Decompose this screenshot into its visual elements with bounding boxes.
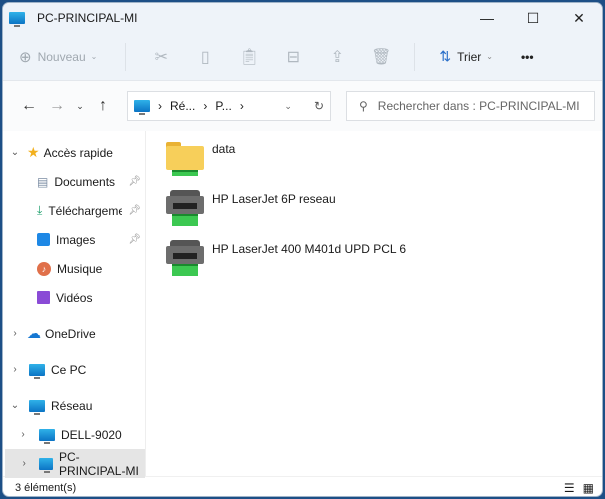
item-count: 3 élément(s) <box>15 481 77 494</box>
folder-item[interactable]: data <box>166 137 602 187</box>
tiles-view-icon[interactable]: ▦ <box>583 481 594 495</box>
chevron-right-icon: › <box>203 99 208 113</box>
chevron-right-icon: › <box>239 99 244 113</box>
file-list: data HP LaserJet 6P reseau HP LaserJet 4… <box>146 131 602 476</box>
search-icon: ⚲ <box>359 99 368 113</box>
status-bar: 3 élément(s) ☰ ▦ <box>3 476 602 496</box>
computer-icon <box>39 457 53 473</box>
rename-icon[interactable]: ⊟ <box>282 46 304 68</box>
window-title: PC-PRINCIPAL-MI <box>37 11 138 25</box>
label: OneDrive <box>45 326 96 341</box>
sidebar-item-videos[interactable]: Vidéos <box>3 283 145 312</box>
address-bar[interactable]: › Ré... › P... › ⌄ ↻ <box>127 91 331 121</box>
refresh-button[interactable]: ↻ <box>314 99 324 113</box>
star-icon: ★ <box>27 144 40 160</box>
computer-icon <box>29 363 45 379</box>
forward-button[interactable]: → <box>43 97 71 115</box>
label: DELL-9020 <box>61 427 122 442</box>
breadcrumb-network[interactable]: Ré... <box>170 99 195 113</box>
maximize-button[interactable]: ☐ <box>510 3 556 33</box>
plus-circle-icon: ⊕ <box>19 48 32 66</box>
cut-icon[interactable]: ✂ <box>150 46 172 68</box>
address-history-dropdown[interactable]: ⌄ <box>284 101 292 112</box>
sort-button[interactable]: ⇅ Trier ⌄ <box>439 48 493 65</box>
videos-icon <box>37 291 50 304</box>
minimize-button[interactable]: — <box>464 3 510 33</box>
sidebar-item-quick-access[interactable]: ⌄ ★ Accès rapide <box>3 138 145 167</box>
pin-icon[interactable]: 📌︎ <box>128 234 141 245</box>
recent-locations-button[interactable]: ⌄ <box>71 101 89 112</box>
pin-icon[interactable]: 📌︎ <box>128 176 141 187</box>
delete-icon[interactable]: 🗑︎ <box>370 46 392 68</box>
copy-icon[interactable]: ▯ <box>194 46 216 68</box>
computer-icon <box>39 428 55 444</box>
sidebar-item-onedrive[interactable]: › ☁ OneDrive <box>3 319 145 348</box>
new-button[interactable]: ⊕ Nouveau ⌄ <box>19 48 97 66</box>
navigation-pane: ⌄ ★ Accès rapide ▤ Documents 📌︎ ⤓ Téléchargem… <box>3 131 146 478</box>
sidebar-item-network[interactable]: ⌄ Réseau <box>3 391 145 420</box>
breadcrumb-pc[interactable]: P... <box>215 99 231 113</box>
computer-icon <box>9 12 25 27</box>
back-button[interactable]: ← <box>15 97 43 115</box>
title-bar: PC-PRINCIPAL-MI — ☐ ✕ <box>3 3 602 33</box>
sidebar-item-images[interactable]: Images 📌︎ <box>3 225 145 254</box>
details-view-icon[interactable]: ☰ <box>564 481 575 495</box>
up-button[interactable]: ↑ <box>89 97 117 115</box>
sort-icon: ⇅ <box>439 48 452 64</box>
download-icon: ⤓ <box>37 203 43 217</box>
address-row: ← → ⌄ ↑ › Ré... › P... › ⌄ ↻ ⚲ Recherche… <box>3 81 602 131</box>
printer-item[interactable]: HP LaserJet 6P reseau <box>166 187 602 237</box>
close-button[interactable]: ✕ <box>556 3 602 33</box>
file-name: HP LaserJet 6P reseau <box>212 192 336 206</box>
label: Vidéos <box>56 290 93 305</box>
more-options-button[interactable]: ••• <box>521 50 534 64</box>
sidebar-item-music[interactable]: ♪ Musique <box>3 254 145 283</box>
chevron-right-icon: › <box>158 99 162 113</box>
sidebar-item-downloads[interactable]: ⤓ Téléchargements 📌︎ <box>3 196 145 225</box>
new-label: Nouveau <box>37 49 86 64</box>
search-placeholder: Rechercher dans : PC-PRINCIPAL-MI <box>377 99 580 113</box>
paste-icon[interactable]: 📋︎ <box>238 46 260 68</box>
sidebar-item-pc-principal-mi[interactable]: › PC-PRINCIPAL-MI <box>5 449 145 478</box>
command-bar: ⊕ Nouveau ⌄ ✂ ▯ 📋︎ ⊟ ⇪ 🗑︎ ⇅ Trier ⌄ ••• <box>3 33 602 81</box>
share-icon[interactable]: ⇪ <box>326 46 348 68</box>
printer-item[interactable]: HP LaserJet 400 M401d UPD PCL 6 <box>166 237 602 287</box>
shared-folder-icon <box>166 140 204 178</box>
label: Ce PC <box>51 362 87 377</box>
file-name: HP LaserJet 400 M401d UPD PCL 6 <box>212 242 407 256</box>
sidebar-item-dell-9020[interactable]: › DELL-9020 <box>3 420 145 449</box>
label: Réseau <box>51 398 93 413</box>
label: Téléchargements <box>48 203 122 218</box>
printer-icon <box>166 190 204 228</box>
computer-icon <box>134 100 150 115</box>
label: Musique <box>57 261 103 276</box>
pin-icon[interactable]: 📌︎ <box>128 205 141 216</box>
label: Documents <box>54 174 116 189</box>
sidebar-item-documents[interactable]: ▤ Documents 📌︎ <box>3 167 145 196</box>
images-icon <box>37 233 50 246</box>
sort-label: Trier <box>457 49 482 64</box>
divider <box>414 42 416 71</box>
label: Images <box>56 232 96 247</box>
network-icon <box>29 399 45 415</box>
printer-icon <box>166 240 204 278</box>
sidebar-item-this-pc[interactable]: › Ce PC <box>3 355 145 384</box>
divider <box>125 42 127 71</box>
cloud-icon: ☁ <box>27 325 41 341</box>
search-input[interactable]: ⚲ Rechercher dans : PC-PRINCIPAL-MI <box>346 91 595 121</box>
music-icon: ♪ <box>37 261 51 276</box>
file-explorer-window: PC-PRINCIPAL-MI — ☐ ✕ ⊕ Nouveau ⌄ ✂ ▯ 📋︎ ⊟… <box>2 2 603 497</box>
file-name: data <box>212 142 236 156</box>
label: Accès rapide <box>43 145 113 160</box>
label: PC-PRINCIPAL-MI <box>58 449 139 478</box>
documents-icon: ▤ <box>37 174 49 189</box>
